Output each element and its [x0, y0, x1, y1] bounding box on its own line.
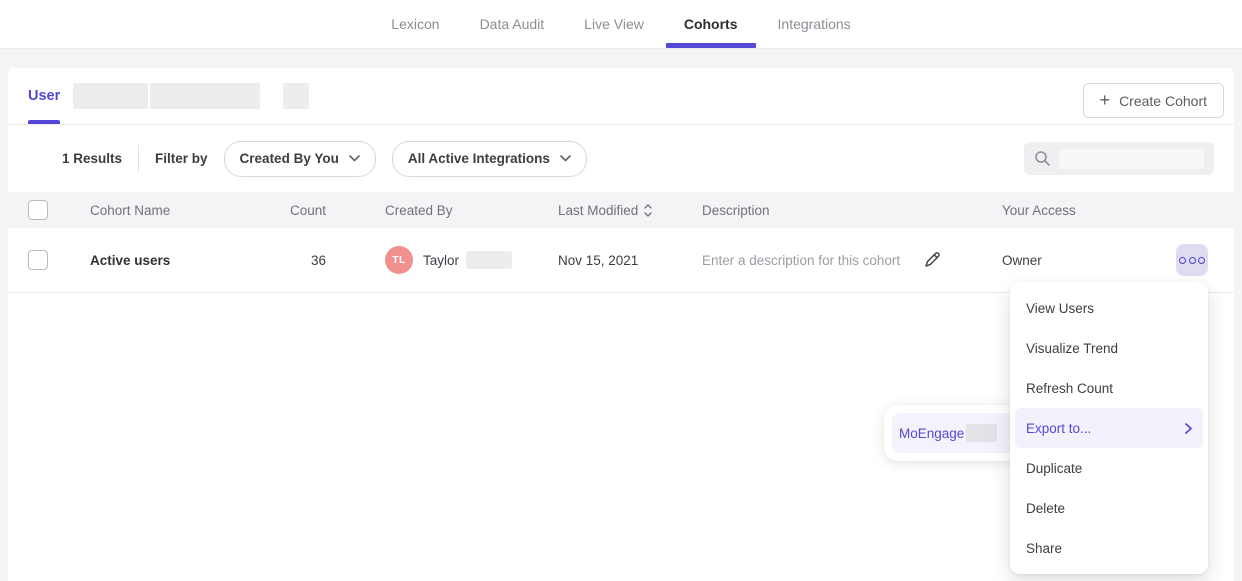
- redacted-tab[interactable]: [150, 83, 260, 109]
- menu-item-delete[interactable]: Delete: [1010, 488, 1208, 528]
- search-icon: [1034, 150, 1051, 167]
- export-submenu: MoEngage: [884, 405, 1024, 461]
- edit-description-icon[interactable]: [922, 250, 942, 270]
- redacted-submenu-text: [966, 424, 997, 442]
- menu-item-share[interactable]: Share: [1010, 528, 1208, 568]
- cohort-count: 36: [208, 228, 326, 292]
- export-to-label: Export to...: [1026, 421, 1091, 436]
- integrations-filter-value: All Active Integrations: [408, 151, 550, 166]
- nav-tab-integrations[interactable]: Integrations: [758, 0, 871, 48]
- menu-item-duplicate[interactable]: Duplicate: [1010, 448, 1208, 488]
- header-last-modified-label: Last Modified: [558, 203, 638, 218]
- tab-user[interactable]: User: [28, 68, 60, 124]
- sort-icon[interactable]: [644, 204, 652, 217]
- row-checkbox[interactable]: [28, 250, 48, 270]
- description-cell: Enter a description for this cohort: [702, 228, 942, 292]
- redacted-surname: [466, 251, 512, 269]
- cohort-type-tabs: User + Create Cohort: [8, 68, 1234, 125]
- redacted-tab[interactable]: [283, 83, 309, 109]
- header-your-access: Your Access: [1002, 192, 1076, 228]
- submenu-item-moengage[interactable]: MoEngage: [892, 413, 1016, 453]
- row-context-menu: View Users Visualize Trend Refresh Count…: [1010, 282, 1208, 574]
- last-modified-cell: Nov 15, 2021: [558, 228, 638, 292]
- chevron-down-icon: [560, 155, 571, 162]
- header-description: Description: [702, 192, 770, 228]
- menu-item-export-to[interactable]: Export to...: [1015, 408, 1203, 448]
- avatar: TL: [385, 246, 413, 274]
- nav-tab-data-audit[interactable]: Data Audit: [460, 0, 565, 48]
- chevron-right-icon: [1185, 423, 1192, 434]
- created-by-filter-dropdown[interactable]: Created By You: [224, 141, 376, 177]
- redacted-search-text: [1059, 149, 1204, 169]
- created-by-cell: TL Taylor: [385, 228, 512, 292]
- cohorts-page: Lexicon Data Audit Live View Cohorts Int…: [0, 0, 1242, 581]
- chevron-down-icon: [349, 155, 360, 162]
- redacted-tab[interactable]: [73, 83, 148, 109]
- nav-tab-live-view[interactable]: Live View: [564, 0, 664, 48]
- nav-tab-lexicon[interactable]: Lexicon: [371, 0, 459, 48]
- cohort-name[interactable]: Active users: [90, 228, 170, 292]
- results-count: 1 Results: [62, 151, 122, 166]
- more-options-button[interactable]: [1176, 244, 1208, 276]
- dot-icon: [1179, 257, 1186, 264]
- nav-tab-cohorts[interactable]: Cohorts: [664, 0, 758, 48]
- create-cohort-label: Create Cohort: [1119, 93, 1207, 109]
- description-placeholder[interactable]: Enter a description for this cohort: [702, 253, 900, 268]
- integrations-filter-dropdown[interactable]: All Active Integrations: [392, 141, 587, 177]
- menu-item-refresh-count[interactable]: Refresh Count: [1010, 368, 1208, 408]
- created-by-filter-value: Created By You: [240, 151, 339, 166]
- table-header: Cohort Name Count Created By Last Modifi…: [8, 192, 1234, 228]
- filter-bar: 1 Results Filter by Created By You All A…: [8, 125, 1234, 192]
- header-last-modified: Last Modified: [558, 192, 652, 228]
- dot-icon: [1189, 257, 1196, 264]
- moengage-label: MoEngage: [899, 426, 964, 441]
- create-cohort-button[interactable]: + Create Cohort: [1083, 83, 1224, 118]
- plus-icon: +: [1100, 91, 1111, 109]
- header-cohort-name: Cohort Name: [90, 192, 170, 228]
- divider: [138, 145, 139, 173]
- filter-by-label: Filter by: [155, 151, 208, 166]
- header-created-by: Created By: [385, 192, 453, 228]
- header-count: Count: [208, 192, 326, 228]
- top-nav: Lexicon Data Audit Live View Cohorts Int…: [0, 0, 1242, 49]
- select-all-checkbox[interactable]: [28, 200, 48, 220]
- search-input[interactable]: [1024, 142, 1214, 175]
- menu-item-view-users[interactable]: View Users: [1010, 288, 1208, 328]
- creator-name: Taylor: [423, 253, 459, 268]
- dot-icon: [1198, 257, 1205, 264]
- menu-item-visualize-trend[interactable]: Visualize Trend: [1010, 328, 1208, 368]
